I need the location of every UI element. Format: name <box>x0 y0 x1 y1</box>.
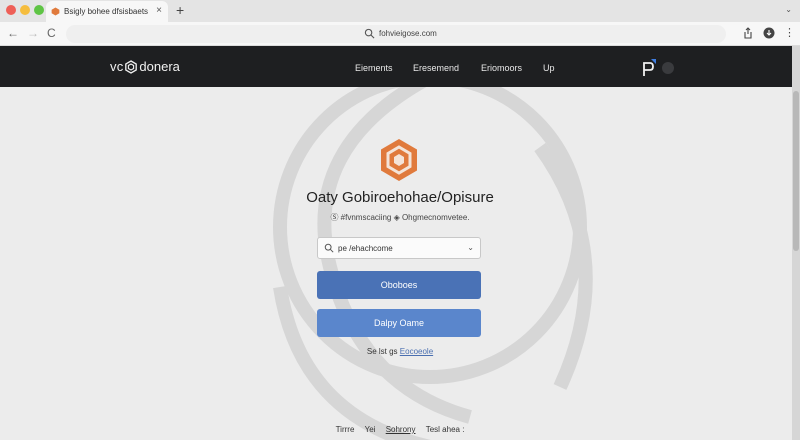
download-icon[interactable] <box>763 27 775 39</box>
page-subtitle: Ⓢ #fvnmscaciing ◈ Ohgmecnomvetee. <box>330 213 470 222</box>
select-value: pe /ehachcome <box>338 244 393 253</box>
avatar[interactable] <box>662 62 674 74</box>
tab-menu-chevron-icon[interactable]: ⌄ <box>785 5 792 14</box>
secondary-button[interactable]: Dalpy Oame <box>317 309 481 337</box>
back-button[interactable]: ← <box>7 26 19 40</box>
footer-link-4[interactable]: Tesl ahea : <box>426 425 465 434</box>
tab-close-icon[interactable]: × <box>156 5 162 16</box>
nav-link-resemend[interactable]: Eresemend <box>413 63 459 73</box>
close-window-button[interactable] <box>6 5 16 15</box>
page-title: Oaty Gobiroehohae/Opisure <box>306 189 494 206</box>
footer-links: Tirrre Yei Sohrony Tesl ahea : <box>200 425 600 434</box>
more-menu-icon[interactable]: ⋮ <box>784 26 795 39</box>
maximize-window-button[interactable] <box>34 5 44 15</box>
footer-link-1[interactable]: Tirrre <box>336 425 355 434</box>
share-icon[interactable] <box>742 27 754 39</box>
search-icon <box>364 28 375 39</box>
page-scrollbar[interactable] <box>792 46 800 440</box>
signin-text: Se lst gs <box>366 347 398 356</box>
signin-prompt: Se lst gs Eocoeole <box>300 347 500 356</box>
main-content: Oaty Gobiroehohae/Opisure Ⓢ #fvnmscaciin… <box>0 87 792 440</box>
nav-link-up[interactable]: Up <box>543 63 555 73</box>
footer-link-3[interactable]: Sohrony <box>386 425 416 434</box>
footer-link-2[interactable]: Yei <box>365 425 376 434</box>
signin-link[interactable]: Eocoeole <box>400 347 433 356</box>
profile-app-icon[interactable] <box>641 59 657 77</box>
nav-link-eriomoors[interactable]: Eriomoors <box>481 63 522 73</box>
primary-button[interactable]: Oboboes <box>317 271 481 299</box>
chevron-down-icon: ⌄ <box>467 243 474 252</box>
search-icon <box>324 243 334 253</box>
browser-tab[interactable]: Bsigly bohee dfsisbaets × <box>46 1 168 22</box>
hexagon-logo-icon <box>125 59 138 74</box>
brand-hexagon-logo-icon <box>381 139 417 181</box>
minimize-window-button[interactable] <box>20 5 30 15</box>
logo-suffix: donera <box>139 59 180 74</box>
address-bar[interactable]: fohvieigose.com <box>66 25 726 43</box>
forward-button[interactable]: → <box>27 26 39 40</box>
nav-link-elements[interactable]: Eiements <box>355 63 393 73</box>
reload-button[interactable]: C <box>47 26 56 40</box>
new-tab-button[interactable]: + <box>176 2 184 18</box>
search-select[interactable]: pe /ehachcome ⌄ <box>317 237 481 259</box>
tab-title: Bsigly bohee dfsisbaets <box>64 7 149 16</box>
hexagon-logo-icon <box>51 7 60 16</box>
site-logo[interactable]: vc donera <box>110 59 180 74</box>
url-text: fohvieigose.com <box>379 29 437 38</box>
site-header: vc donera Eiements Eresemend Eriomoors U… <box>0 46 800 87</box>
scrollbar-thumb[interactable] <box>793 91 799 251</box>
browser-tab-bar: Bsigly bohee dfsisbaets × + ⌄ <box>0 0 800 22</box>
browser-toolbar: ← → C fohvieigose.com ⋮ <box>0 22 800 46</box>
logo-prefix: vc <box>110 59 124 74</box>
